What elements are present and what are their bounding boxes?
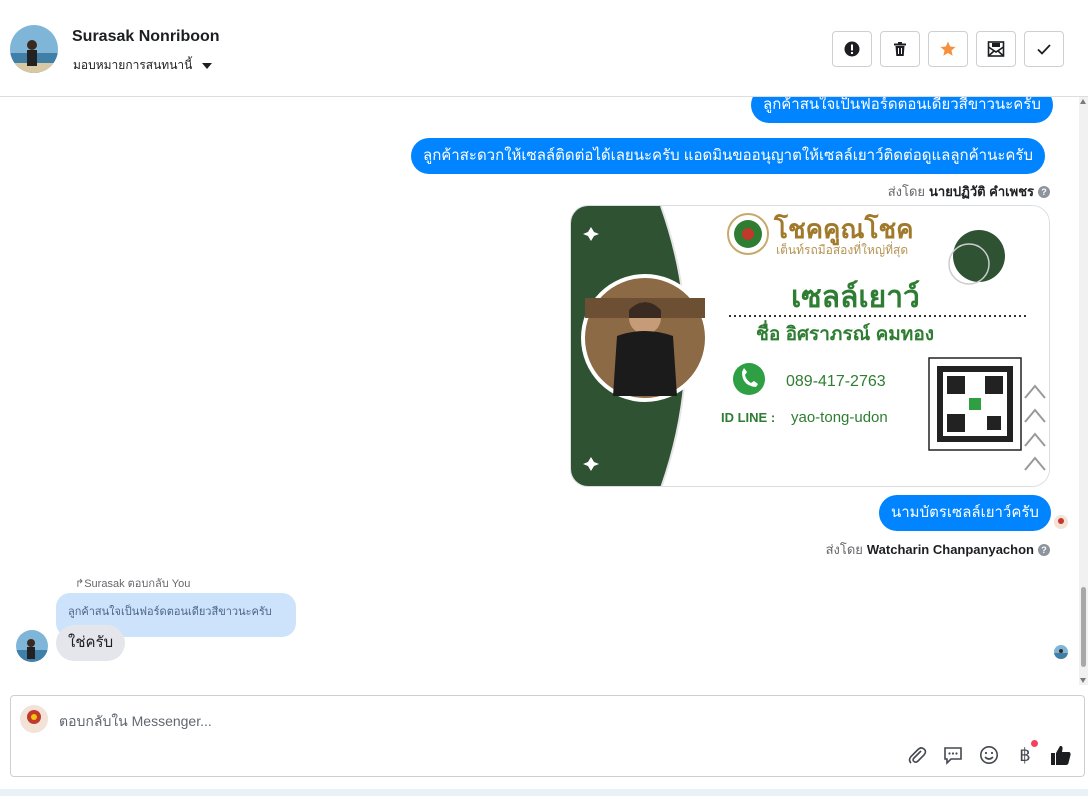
contact-avatar[interactable] [10,25,58,73]
help-icon[interactable]: ? [1038,543,1050,556]
reply-composer[interactable]: ตอบกลับใน Messenger... ฿ [10,695,1085,777]
composer-tools: ฿ [906,740,1072,766]
scroll-down-icon[interactable] [1080,678,1086,683]
header-actions [832,31,1064,67]
mark-spam-button[interactable] [832,31,872,67]
assign-conversation-dropdown[interactable]: มอบหมายการสนทนานี้ [73,56,213,75]
follow-up-button[interactable] [928,31,968,67]
mark-unread-icon [987,41,1005,57]
message-thread[interactable]: ลูกค้าสนใจเป็นฟอร์ดตอนเดียวสีขาวนะครับ ล… [0,97,1079,685]
notification-dot [1031,740,1038,747]
sent-by-label: ส่งโดย นายปฏิวัติ คำเพชร ? [888,181,1050,202]
mark-unread-button[interactable] [976,31,1016,67]
card-title: เซลล์เยาว์ [791,280,920,314]
conversation-header: Surasak Nonriboon มอบหมายการสนทนานี้ [0,0,1088,97]
help-icon[interactable]: ? [1038,185,1050,198]
card-brand: โชคคูณโชค [773,213,914,246]
delete-button[interactable] [880,31,920,67]
outgoing-message[interactable]: ลูกค้าสนใจเป็นฟอร์ดตอนเดียวสีขาวนะครับ [751,97,1053,123]
baht-icon: ฿ [1019,744,1031,766]
contact-avatar-small[interactable] [16,630,48,662]
paperclip-icon [908,747,927,764]
emoji-icon [980,746,998,764]
business-card-image[interactable]: โชคคูณโชค เต็นท์รถมือสองที่ใหญ่ที่สุด เซ… [570,205,1050,487]
bottom-strip [0,789,1088,796]
seen-avatar [1054,645,1068,659]
reply-arrow-icon: ↱ [75,578,85,590]
card-phone: 089-417-2763 [786,373,886,390]
scroll-thumb[interactable] [1081,587,1086,667]
reply-hint: ↱Surasak ตอบกลับ You [75,578,191,590]
card-tagline: เต็นท์รถมือสองที่ใหญ่ที่สุด [776,241,908,258]
seen-avatar [1054,515,1068,529]
incoming-message[interactable]: ใช่ครับ [56,625,126,661]
reply-input[interactable]: ตอบกลับใน Messenger... [59,711,212,733]
mark-done-button[interactable] [1024,31,1064,67]
sent-by-prefix: ส่งโดย [825,542,863,557]
thread-scrollbar[interactable] [1079,97,1088,685]
like-button[interactable] [1050,744,1072,766]
page-avatar [20,705,48,733]
sent-by-name: Watcharin Chanpanyachon [866,542,1034,557]
saved-reply-icon [944,747,962,765]
contact-name[interactable]: Surasak Nonriboon [72,28,220,46]
thumbs-up-icon [1051,745,1071,765]
check-icon [1037,44,1051,55]
emoji-button[interactable] [978,744,1000,766]
outgoing-message[interactable]: นามบัตรเซลล์เยาว์ครับ [879,495,1051,531]
attach-button[interactable] [906,744,928,766]
star-icon [940,41,956,56]
sent-by-name: นายปฏิวัติ คำเพชร [929,184,1034,199]
caret-down-icon [202,62,213,69]
inbox-conversation: Surasak Nonriboon มอบหมายการสนทนานี้ ลูก… [0,0,1088,796]
card-name: ชื่อ อิศราภรณ์ คมทอง [756,320,934,345]
trash-icon [894,42,906,56]
sent-by-prefix: ส่งโดย [887,184,926,199]
alert-icon [844,41,860,57]
scroll-up-icon[interactable] [1080,99,1086,104]
outgoing-message[interactable]: ลูกค้าสะดวกให้เซลล์ติดต่อได้เลยนะครับ แอ… [411,138,1045,174]
sent-by-label: ส่งโดย Watcharin Chanpanyachon ? [826,539,1050,560]
card-line-id: yao-tong-udon [791,409,888,426]
payment-button[interactable]: ฿ [1014,740,1038,766]
saved-reply-button[interactable] [942,744,964,766]
card-line-label: ID LINE : [721,410,775,425]
assign-label: มอบหมายการสนทนานี้ [73,58,193,72]
